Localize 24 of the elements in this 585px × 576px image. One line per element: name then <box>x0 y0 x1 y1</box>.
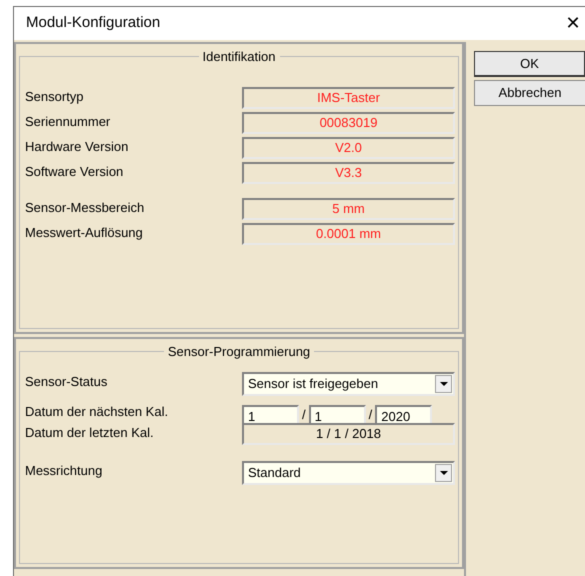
dialog-button[interactable]: Abbrechen <box>474 80 585 106</box>
field-label: Messrichtung <box>25 462 102 480</box>
field-label: Seriennummer <box>25 113 110 131</box>
field-label: Datum der letzten Kal. <box>25 424 154 442</box>
dialog-button[interactable]: OK <box>474 51 585 77</box>
date-separator: / <box>368 406 372 424</box>
field-label: Sensor-Status <box>25 373 108 391</box>
field-label: Sensortyp <box>25 88 84 106</box>
readonly-field: 00083019 <box>242 112 455 134</box>
readonly-field: 0.0001 mm <box>242 223 455 245</box>
readonly-field: 5 mm <box>242 198 455 220</box>
date-separator: / <box>302 406 306 424</box>
field-label: Software Version <box>25 163 124 181</box>
readonly-field: IMS-Taster <box>242 87 455 109</box>
field-label: Messwert-Auflösung <box>25 224 143 242</box>
field-label: Hardware Version <box>25 138 128 156</box>
readonly-field: V3.3 <box>242 162 455 184</box>
field-label: Sensor-Messbereich <box>25 199 144 217</box>
dropdown[interactable]: Sensor ist freigegeben <box>242 372 455 396</box>
window-title: Modul-Konfiguration <box>26 13 160 34</box>
dropdown[interactable]: Standard <box>242 461 455 485</box>
close-button[interactable]: ✕ <box>561 10 585 37</box>
field-label: Datum der nächsten Kal. <box>25 403 168 421</box>
readonly-field: V2.0 <box>242 137 455 159</box>
